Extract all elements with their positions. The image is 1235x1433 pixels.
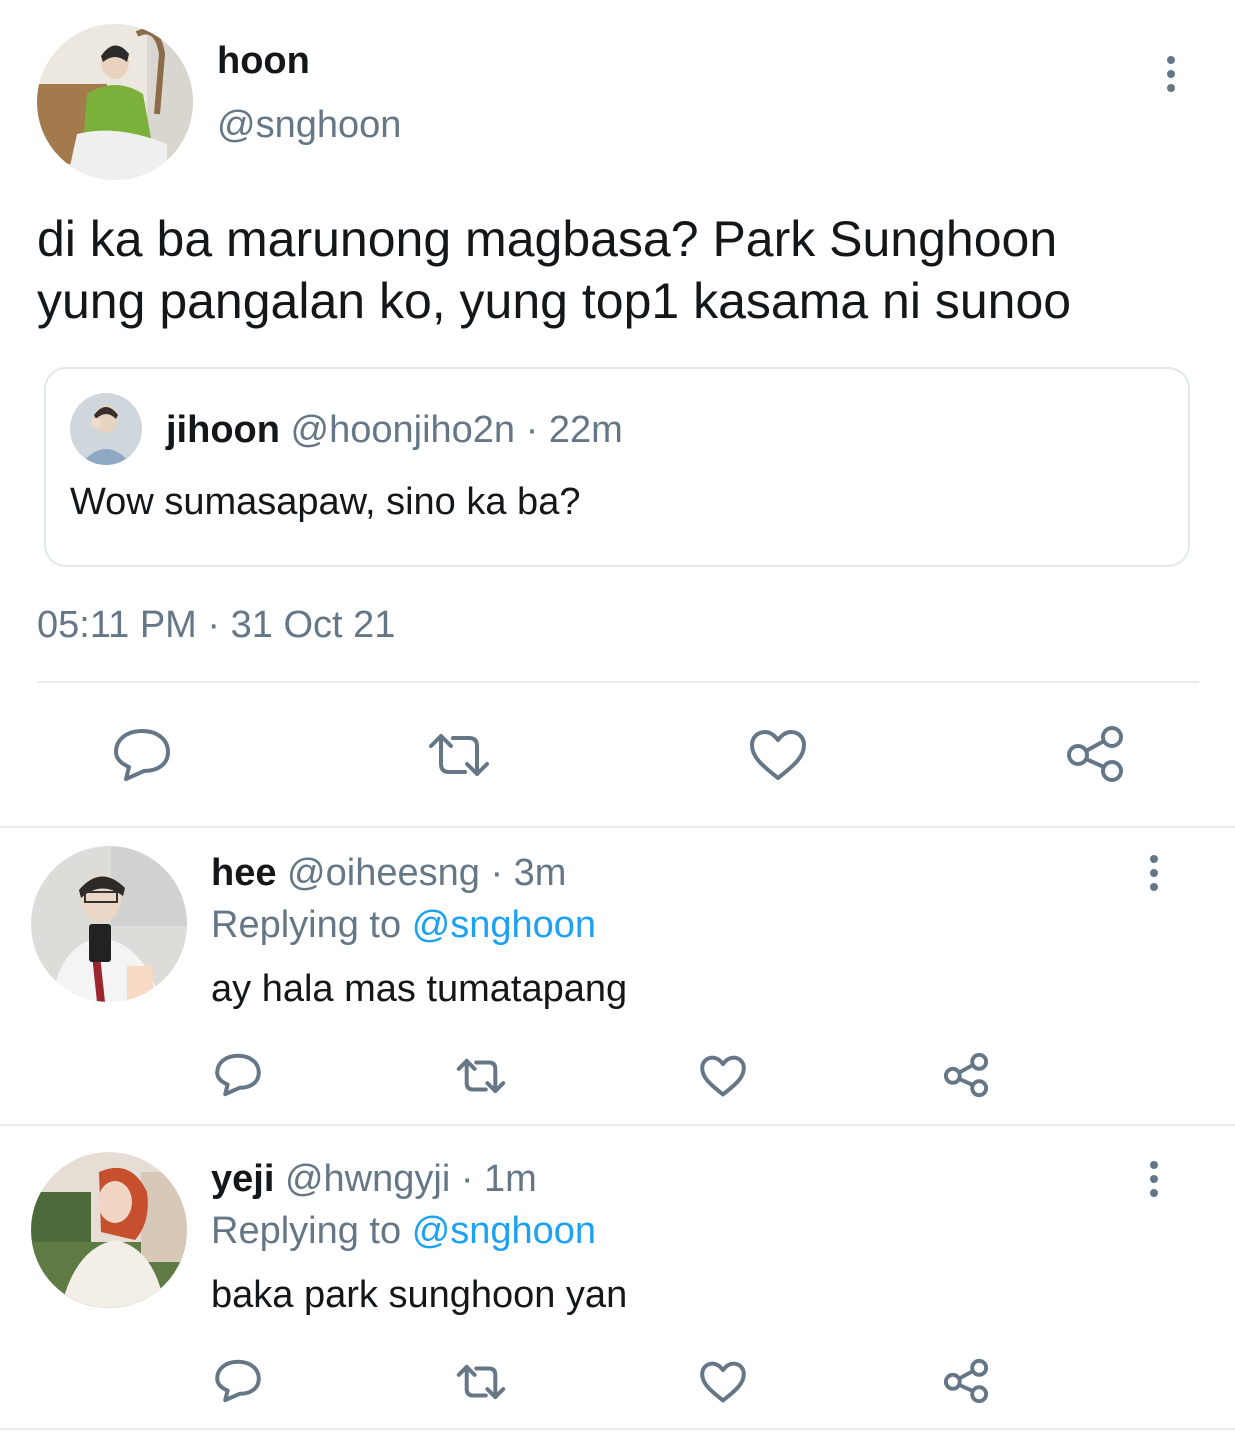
replying-to-label: Replying to xyxy=(211,904,402,946)
more-options-icon[interactable] xyxy=(1150,855,1158,891)
tweet-text-line2: yung pangalan ko, yung top1 kasama ni su… xyxy=(37,273,1072,329)
quoted-text: Wow sumasapaw, sino ka ba? xyxy=(70,481,581,523)
replying-to-label: Replying to xyxy=(211,1210,402,1252)
author-name[interactable]: yeji xyxy=(211,1158,274,1200)
retweet-icon[interactable] xyxy=(454,1056,508,1096)
replying-to-handle[interactable]: @snghoon xyxy=(412,1210,596,1252)
quoted-time: 22m xyxy=(548,409,623,451)
divider xyxy=(0,1124,1235,1126)
author-name[interactable]: hoon xyxy=(217,38,310,84)
separator-dot: · xyxy=(207,604,221,646)
author-name[interactable]: hee xyxy=(211,852,276,894)
more-options-icon[interactable] xyxy=(1167,56,1175,92)
like-icon[interactable] xyxy=(748,728,808,782)
reply-text: ay hala mas tumatapang xyxy=(211,968,628,1010)
tweet-text-line1: di ka ba marunong magbasa? Park Sunghoon xyxy=(37,211,1058,267)
avatar-yeji[interactable] xyxy=(31,1152,187,1308)
avatar-hee[interactable] xyxy=(31,846,187,1002)
share-icon[interactable] xyxy=(1064,725,1126,783)
replying-to-handle[interactable]: @snghoon xyxy=(412,904,596,946)
divider xyxy=(0,826,1235,828)
reply-icon[interactable] xyxy=(214,1358,262,1404)
reply-time: 1m xyxy=(484,1158,537,1200)
quoted-author-name: jihoon xyxy=(166,409,280,451)
quoted-tweet-card[interactable]: jihoon @hoonjiho2n · 22m Wow sumasapaw, … xyxy=(44,367,1190,567)
author-handle[interactable]: @oiheesng xyxy=(287,852,480,894)
separator-dot: · xyxy=(525,409,539,451)
like-icon[interactable] xyxy=(699,1054,747,1098)
share-icon[interactable] xyxy=(942,1052,990,1098)
tweet-date: 31 Oct 21 xyxy=(230,604,396,646)
retweet-icon[interactable] xyxy=(454,1362,508,1402)
tweet-time: 05:11 PM xyxy=(37,604,197,646)
reply-time: 3m xyxy=(513,852,567,894)
avatar-jihoon xyxy=(70,393,142,465)
divider xyxy=(37,681,1199,683)
reply-icon[interactable] xyxy=(112,727,172,783)
author-handle[interactable]: @snghoon xyxy=(217,102,401,148)
reply-text: baka park sunghoon yan xyxy=(211,1274,628,1316)
author-handle[interactable]: @hwngyji xyxy=(285,1158,450,1200)
more-options-icon[interactable] xyxy=(1150,1161,1158,1197)
avatar-hoon[interactable] xyxy=(37,24,193,180)
reply-icon[interactable] xyxy=(214,1052,262,1098)
like-icon[interactable] xyxy=(699,1360,747,1404)
quoted-author-handle: @hoonjiho2n xyxy=(290,409,516,451)
separator-dot: · xyxy=(460,1158,474,1200)
share-icon[interactable] xyxy=(942,1358,990,1404)
retweet-icon[interactable] xyxy=(425,730,493,780)
divider xyxy=(0,1428,1235,1430)
separator-dot: · xyxy=(490,852,504,894)
